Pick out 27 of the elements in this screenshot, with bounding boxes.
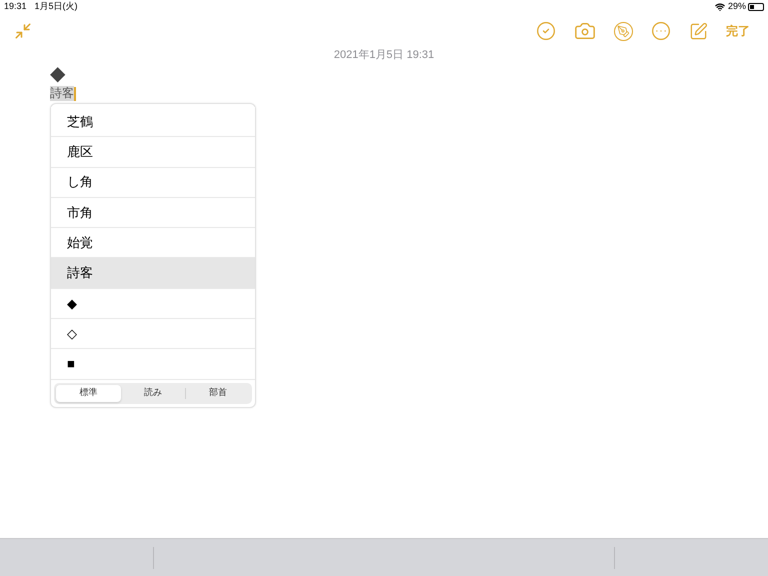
markup-button[interactable]	[614, 22, 633, 40]
candidate-item[interactable]: 鹿区	[51, 137, 255, 168]
note-timestamp: 2021年1月5日 19:31	[332, 48, 436, 62]
segment-tab[interactable]: 標準	[56, 384, 121, 402]
compose-button[interactable]	[689, 22, 708, 40]
more-button[interactable]	[651, 21, 671, 41]
segment-tab[interactable]: 部首	[186, 384, 250, 402]
segment-tab[interactable]: 読み	[120, 384, 186, 402]
status-date: 1月5日(火)	[34, 0, 78, 14]
battery-icon	[748, 3, 764, 11]
candidate-item[interactable]: ■	[51, 349, 255, 380]
candidate-item[interactable]: 芝鶴	[51, 107, 255, 138]
marked-text: 詩客	[50, 86, 74, 101]
text-cursor	[74, 86, 76, 100]
wifi-icon	[714, 2, 725, 12]
battery-percent: 29%	[728, 0, 746, 14]
checklist-button[interactable]	[536, 21, 556, 41]
collapse-button[interactable]	[14, 22, 32, 40]
candidate-item[interactable]: 始覚	[51, 228, 255, 258]
candidate-item[interactable]: 詩客	[51, 258, 255, 289]
note-symbol: ◆	[50, 62, 65, 86]
candidate-item[interactable]: し角	[51, 168, 255, 198]
candidate-item[interactable]: 市角	[51, 198, 255, 228]
candidate-item[interactable]: ◇	[51, 319, 255, 350]
camera-button[interactable]	[574, 20, 596, 42]
status-time: 19:31	[4, 0, 27, 14]
candidate-item[interactable]: ◆	[51, 288, 255, 320]
